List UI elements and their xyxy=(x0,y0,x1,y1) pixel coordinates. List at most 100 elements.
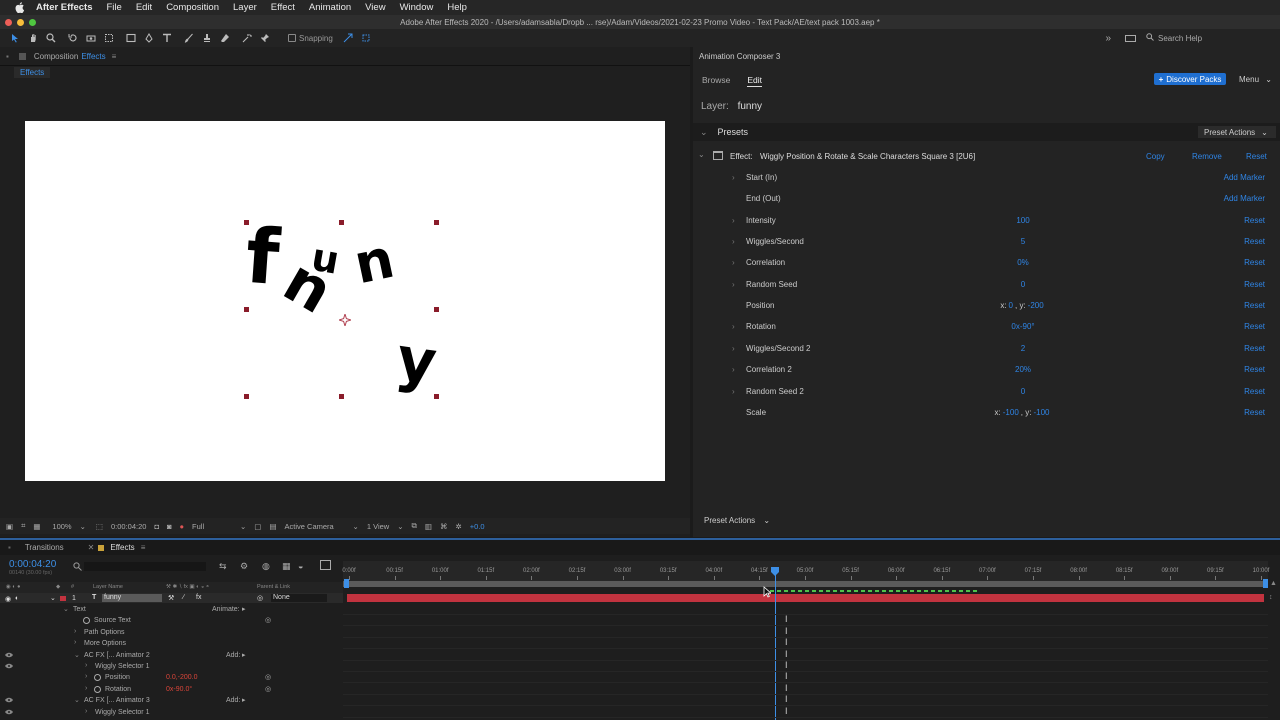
ac-param-value-text[interactable]: 0 xyxy=(1021,387,1025,396)
menu-app-name[interactable]: After Effects xyxy=(36,2,93,13)
draft-3d-toggle-icon[interactable]: ⚙ xyxy=(240,561,248,572)
composition-viewer[interactable]: f u n n y xyxy=(25,121,665,481)
switch-quality-icon[interactable]: ∕ xyxy=(183,594,184,601)
transform-handle-bl[interactable] xyxy=(244,394,249,399)
chevron-right-icon[interactable]: › xyxy=(732,322,735,331)
chevron-down-icon[interactable]: ⌄ xyxy=(74,651,80,659)
ac-param-action-button[interactable]: Reset xyxy=(1244,365,1265,374)
views-layout-dropdown[interactable]: 1 View xyxy=(367,522,389,531)
ac-param-action-button[interactable]: Reset xyxy=(1244,322,1265,331)
ac-param-value-text[interactable]: 2 xyxy=(1021,344,1025,353)
transform-handle-bm[interactable] xyxy=(339,394,344,399)
pen-tool-icon[interactable] xyxy=(144,33,154,43)
chevron-right-icon[interactable]: › xyxy=(74,639,76,646)
rectangle-tool-icon[interactable] xyxy=(126,33,136,43)
panel-menu-icon[interactable]: ▪ xyxy=(6,52,9,61)
property-row[interactable]: › Path Options xyxy=(0,627,343,638)
chevron-right-icon[interactable]: › xyxy=(732,344,735,353)
ac-param-action-button[interactable]: Add Marker xyxy=(1224,194,1265,203)
ac-param-action-button[interactable]: Reset xyxy=(1244,408,1265,417)
exposure-value[interactable]: +0.0 xyxy=(470,522,485,531)
graph-editor-icon[interactable] xyxy=(320,560,331,570)
work-area-start-handle[interactable] xyxy=(344,579,349,588)
time-ruler[interactable]: 0:00f 00:15f 01:00f 01:15f 02:00f 02:15f 03:00… xyxy=(342,561,1269,581)
chevron-right-icon[interactable]: › xyxy=(85,673,87,680)
ac-menu-button[interactable]: Menu ⌄ xyxy=(1239,75,1272,84)
timeline-search-icon[interactable] xyxy=(73,562,82,571)
transform-handle-tl[interactable] xyxy=(244,220,249,225)
menu-layer[interactable]: Layer xyxy=(233,2,257,13)
pan-behind-tool-icon[interactable] xyxy=(104,33,114,43)
fast-previews-icon[interactable]: ▢ xyxy=(254,522,261,531)
comp-mini-flowchart-icon[interactable]: ⇆ xyxy=(219,561,227,572)
copy-effect-button[interactable]: Copy xyxy=(1146,152,1165,161)
layer-name-field[interactable]: funny xyxy=(102,594,162,602)
snapping-toggle[interactable]: Snapping xyxy=(288,34,333,43)
snapping-checkbox[interactable] xyxy=(288,34,296,42)
eye-icon[interactable] xyxy=(5,709,13,715)
playhead-icon[interactable] xyxy=(771,567,779,576)
safe-zones-icon[interactable]: ⌗ xyxy=(21,521,25,531)
work-area-bar[interactable] xyxy=(343,581,1268,587)
camera-view-dropdown[interactable]: Active Camera xyxy=(285,522,345,531)
chevron-right-icon[interactable]: › xyxy=(85,662,87,669)
property-row[interactable]: › Wiggly Selector 1 xyxy=(0,707,343,718)
frame-blending-icon[interactable]: ▦ xyxy=(282,561,291,572)
timeline-scroll-icon[interactable]: ▲ xyxy=(1270,580,1277,587)
menu-help[interactable]: Help xyxy=(447,2,467,13)
tab-browse[interactable]: Browse xyxy=(702,75,730,87)
rotate-tool-icon[interactable] xyxy=(68,33,78,43)
motion-blur-icon[interactable]: ◒ xyxy=(298,561,303,571)
puppet-pin-tool-icon[interactable] xyxy=(260,33,270,43)
ac-param-y[interactable]: -100 xyxy=(1033,408,1049,417)
roto-brush-tool-icon[interactable] xyxy=(242,33,252,43)
property-value[interactable]: 0x-90.0° xyxy=(166,686,192,693)
chevron-right-icon[interactable]: › xyxy=(732,387,735,396)
ac-param-action-button[interactable]: Reset xyxy=(1244,258,1265,267)
stopwatch-icon[interactable] xyxy=(94,674,101,681)
composition-name[interactable]: Effects xyxy=(81,52,105,61)
menu-composition[interactable]: Composition xyxy=(166,2,219,13)
grid-icon[interactable]: ▦ xyxy=(33,522,40,531)
layer-label-color[interactable] xyxy=(60,596,66,601)
ac-param-x[interactable]: -100 xyxy=(1003,408,1019,417)
anchor-point-icon[interactable] xyxy=(337,312,353,328)
ac-param-action-button[interactable]: Reset xyxy=(1244,387,1265,396)
chevron-right-icon[interactable]: › xyxy=(732,216,735,225)
apple-icon[interactable] xyxy=(14,2,26,14)
panel-options-icon[interactable]: ≡ xyxy=(112,52,117,61)
work-area-end-handle[interactable] xyxy=(1263,579,1268,588)
chevron-right-icon[interactable]: › xyxy=(732,280,735,289)
presets-section-header[interactable]: ⌄ Presets xyxy=(693,123,1280,141)
parent-dropdown[interactable]: None xyxy=(271,594,327,602)
discover-packs-button[interactable]: + Discover Packs xyxy=(1154,73,1226,85)
clone-stamp-tool-icon[interactable] xyxy=(202,33,212,43)
layer-row[interactable]: ◉ ◐ ⌄ 1 T funny ⚒ ∕ fx ◎ None xyxy=(0,593,343,603)
ac-param-action-button[interactable]: Reset xyxy=(1244,301,1265,310)
expression-pickwhip-icon[interactable]: ◎ xyxy=(265,616,271,624)
property-row[interactable]: Source Text ◎ xyxy=(0,615,343,626)
ac-param-value-text[interactable]: 100 xyxy=(1016,216,1029,225)
ac-param-action-button[interactable]: Reset xyxy=(1244,216,1265,225)
expression-pickwhip-icon[interactable]: ◎ xyxy=(265,685,271,693)
chevron-right-icon[interactable]: › xyxy=(732,173,735,182)
add-menu-button[interactable]: Add: xyxy=(226,697,240,704)
tab-edit[interactable]: Edit xyxy=(747,75,762,87)
toggle-pixel-aspect-icon[interactable]: ⧉ xyxy=(412,521,417,531)
eye-icon[interactable] xyxy=(5,663,13,669)
chevron-down-icon[interactable]: ⌄ xyxy=(698,150,705,159)
type-tool-icon[interactable] xyxy=(162,33,172,43)
chevron-right-icon[interactable]: › xyxy=(85,685,87,692)
menu-animation[interactable]: Animation xyxy=(309,2,351,13)
hand-tool-icon[interactable] xyxy=(28,33,38,43)
chevron-down-icon[interactable]: ⌄ xyxy=(63,605,69,613)
shy-layers-icon[interactable]: ◍ xyxy=(262,561,270,572)
animate-menu-button[interactable]: Animate: xyxy=(212,606,240,613)
transparency-grid-icon[interactable]: ⬚ xyxy=(96,522,103,531)
current-time-indicator[interactable] xyxy=(775,569,776,720)
composition-tab-effects[interactable]: Effects xyxy=(14,67,51,78)
remove-effect-button[interactable]: Remove xyxy=(1192,152,1222,161)
timeline-tab-effects[interactable]: Effects xyxy=(110,543,134,552)
timeline-search-input[interactable] xyxy=(84,562,206,571)
chevron-down-icon[interactable]: ⌄ xyxy=(74,696,80,704)
